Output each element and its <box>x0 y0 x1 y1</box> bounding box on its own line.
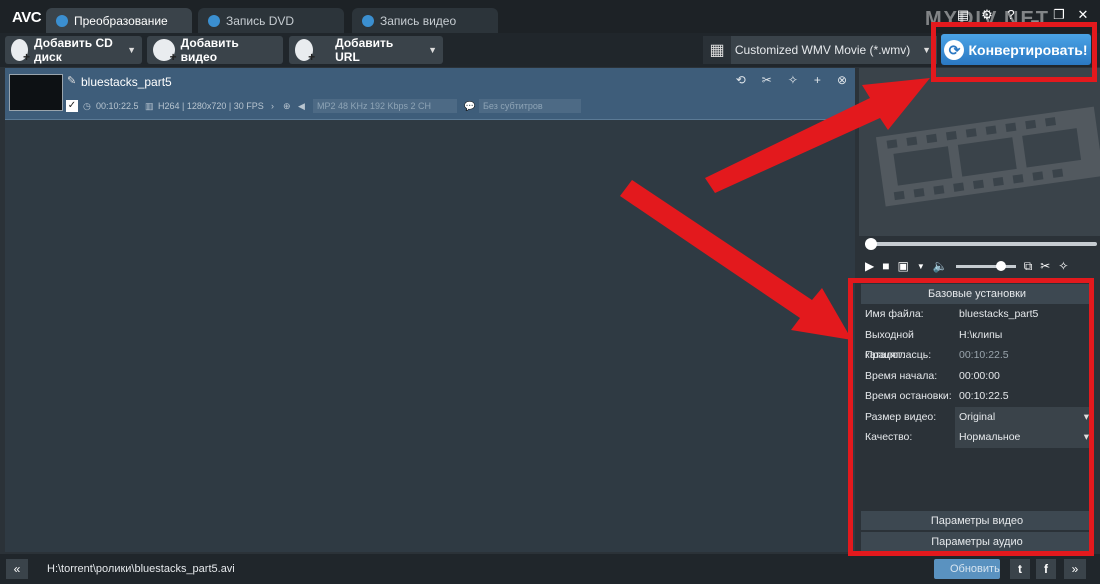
chevron-down-icon[interactable]: ▼ <box>428 45 437 55</box>
seek-bar[interactable] <box>865 238 1097 250</box>
add-icon[interactable]: + <box>814 73 821 87</box>
magic-wand-icon[interactable]: ✧ <box>1058 259 1068 273</box>
player-controls: ▶ ■ ▣ ▼ 🔈 ⧉ ✂ ✧ <box>865 258 1097 274</box>
expand-right-icon[interactable]: » <box>1064 559 1086 579</box>
tab-label: Запись DVD <box>226 13 295 28</box>
app-logo: AVC <box>12 9 42 26</box>
chevron-down-icon[interactable]: ▼ <box>917 262 925 271</box>
volume-handle[interactable] <box>995 260 1006 271</box>
volume-slider[interactable] <box>955 260 1016 271</box>
tab-label: Запись видео <box>380 13 457 28</box>
add-url-label: Добавить URL <box>335 36 394 64</box>
add-video-label: Добавить видео <box>180 36 239 64</box>
audio-track-value: MP2 48 KHz 192 Kbps 2 CH <box>317 101 432 111</box>
tab-label: Преобразование <box>74 13 168 28</box>
pencil-icon[interactable]: ✎ <box>67 74 76 87</box>
annotation-box-settings <box>848 278 1094 556</box>
row-actions: ⟲ ✂ ✧ + ⊗ <box>736 73 847 87</box>
chevron-down-icon[interactable]: ▼ <box>922 45 931 55</box>
preview-area <box>859 68 1100 236</box>
film-icon <box>153 39 176 64</box>
globe-icon <box>295 39 315 64</box>
close-icon[interactable]: ✕ <box>1076 8 1090 22</box>
window-controls: ▤ ⚙ ? _ ❐ ✕ <box>956 8 1090 22</box>
twitter-icon[interactable]: t <box>1010 559 1030 579</box>
remove-icon[interactable]: ⊗ <box>837 73 847 87</box>
file-checkbox[interactable]: ✓ <box>66 100 78 112</box>
subtitle-icon: 💬 <box>464 101 476 111</box>
video-thumbnail <box>9 74 63 111</box>
status-bar: « H:\torrent\ролики\bluestacks_part5.avi… <box>0 554 1100 584</box>
copy-icon[interactable]: ⧉ <box>1024 259 1033 274</box>
audio-track-select[interactable]: MP2 48 KHz 192 Kbps 2 CH <box>313 99 457 113</box>
disc-icon <box>208 14 220 27</box>
add-video-button[interactable]: Добавить видео <box>147 36 283 64</box>
add-cd-label: Добавить CD диск <box>34 36 113 64</box>
volume-icon[interactable]: 🔈 <box>933 259 948 273</box>
file-duration: 00:10:22.5 <box>96 101 139 111</box>
output-profile-label: Customized WMV Movie (*.wmv) <box>734 43 911 57</box>
subtitle-value: Без субтитров <box>483 101 543 111</box>
tab-dvd-burn[interactable]: Запись DVD <box>198 8 344 33</box>
cd-icon <box>11 39 30 64</box>
speaker-icon: ◀ <box>298 101 305 111</box>
stop-icon[interactable]: ■ <box>882 259 889 273</box>
chevron-right-icon: › <box>271 101 274 111</box>
audio-track-icon: ⊕ <box>283 101 291 111</box>
restore-icon[interactable]: ❐ <box>1052 8 1066 22</box>
conversion-icon <box>56 14 68 27</box>
file-video-info: H264 | 1280x720 | 30 FPS <box>158 101 264 111</box>
seek-handle[interactable] <box>865 238 877 250</box>
tab-conversion[interactable]: Преобразование <box>46 8 192 33</box>
minimize-icon[interactable]: _ <box>1028 8 1042 22</box>
file-list: ✎ bluestacks_part5 ✓ ◷ 00:10:22.5 ▥ H264… <box>5 68 855 552</box>
add-url-button[interactable]: Добавить URL ▼ <box>289 36 443 64</box>
collapse-left-icon[interactable]: « <box>6 559 28 579</box>
refresh-icon[interactable]: ⟲ <box>736 73 746 87</box>
chevron-down-icon[interactable]: ▼ <box>127 45 136 55</box>
subtitle-select[interactable]: Без субтитров <box>479 99 581 113</box>
clock-icon: ◷ <box>83 101 91 111</box>
facebook-icon[interactable]: f <box>1036 559 1056 579</box>
play-icon[interactable]: ▶ <box>865 259 874 273</box>
update-button[interactable]: Обновить <box>934 559 1000 579</box>
magic-wand-icon[interactable]: ✧ <box>788 73 798 87</box>
tab-video-record[interactable]: Запись видео <box>352 8 498 33</box>
file-name: bluestacks_part5 <box>81 75 172 89</box>
film-strip-icon: ▦ <box>703 36 731 64</box>
scissors-icon[interactable]: ✂ <box>762 73 772 87</box>
scissors-icon[interactable]: ✂ <box>1040 259 1050 273</box>
add-cd-button[interactable]: Добавить CD диск ▼ <box>5 36 142 64</box>
film-icon: ▥ <box>145 101 154 111</box>
subscribe-icon[interactable]: ▤ <box>956 8 970 22</box>
file-row[interactable]: ✎ bluestacks_part5 ✓ ◷ 00:10:22.5 ▥ H264… <box>5 68 855 120</box>
film-reel-icon <box>875 106 1100 207</box>
output-profile-select[interactable]: ▦ Customized WMV Movie (*.wmv) ▼ <box>703 36 937 64</box>
update-label: Обновить <box>950 563 1000 575</box>
annotation-box-convert <box>931 22 1097 82</box>
gear-icon[interactable]: ⚙ <box>980 8 994 22</box>
status-path: H:\torrent\ролики\bluestacks_part5.avi <box>47 563 235 575</box>
help-icon[interactable]: ? <box>1004 8 1018 22</box>
snapshot-icon[interactable]: ▣ <box>897 259 908 273</box>
record-icon <box>362 14 374 27</box>
